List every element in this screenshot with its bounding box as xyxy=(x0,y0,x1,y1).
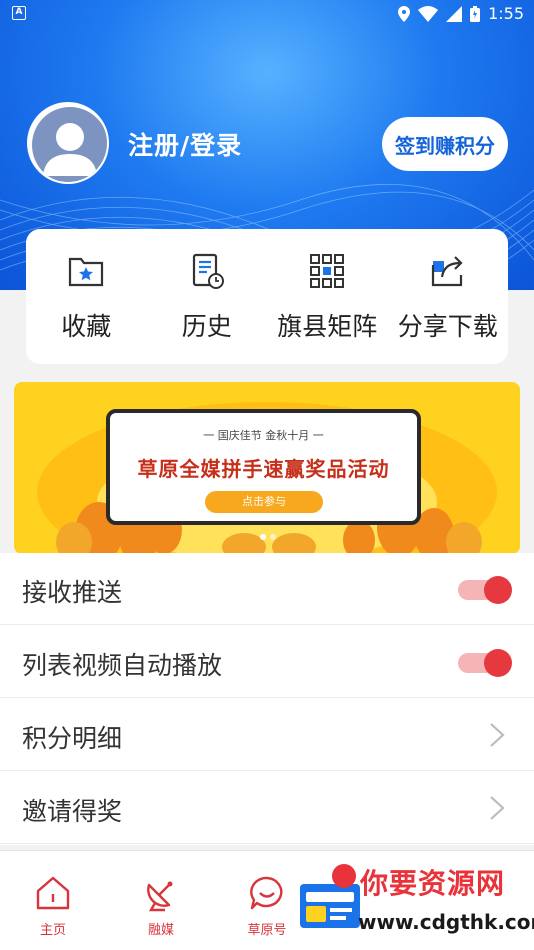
quick-item-favorites[interactable]: 收藏 xyxy=(26,229,147,364)
signal-icon xyxy=(446,5,463,22)
settings-label-autoplay: 列表视频自动播放 xyxy=(22,651,223,680)
site-watermark: 你要资源网 www.cdgthk.com xyxy=(296,858,534,950)
toggle-knob xyxy=(484,649,512,677)
nav-item-home[interactable]: 主页 xyxy=(13,873,93,938)
settings-row-points[interactable]: 积分明细 xyxy=(0,699,534,771)
settings-list: 接收推送 列表视频自动播放 积分明细 邀请得奖 xyxy=(0,553,534,845)
toggle-knob xyxy=(484,576,512,604)
login-register-link[interactable]: 注册/登录 xyxy=(128,126,242,162)
settings-row-autoplay[interactable]: 列表视频自动播放 xyxy=(0,626,534,698)
share-icon xyxy=(431,256,463,287)
wifi-icon xyxy=(418,5,439,22)
quick-item-county-matrix[interactable]: 旗县矩阵 xyxy=(267,229,388,364)
quick-actions-panel: 收藏 历史 旗县矩阵 分享下载 xyxy=(26,229,508,364)
quick-item-share[interactable]: 分享下载 xyxy=(388,229,509,364)
banner-subtitle: 一 国庆佳节 金秋十月 一 xyxy=(203,429,324,442)
grid-matrix-icon xyxy=(310,254,345,288)
quick-item-history[interactable]: 历史 xyxy=(147,229,268,364)
sign-in-points-button[interactable]: 签到赚积分 xyxy=(382,117,508,171)
notification-icon: A xyxy=(12,6,26,20)
avatar[interactable] xyxy=(27,102,109,184)
push-toggle[interactable] xyxy=(458,576,512,604)
autoplay-toggle[interactable] xyxy=(458,649,512,677)
location-icon xyxy=(398,5,411,22)
nav-label-media: 融媒 xyxy=(147,923,174,938)
watermark-url: www.cdgthk.com xyxy=(358,910,534,934)
quick-label-county-matrix: 旗县矩阵 xyxy=(277,312,378,341)
nav-label-grassland: 草原号 xyxy=(247,923,287,938)
nav-item-grassland[interactable]: 草原号 xyxy=(227,873,307,938)
battery-icon xyxy=(470,5,481,22)
home-icon xyxy=(36,876,70,910)
status-bar: A 1:55 xyxy=(0,0,534,28)
watermark-title: 你要资源网 xyxy=(360,867,506,900)
banner-title: 草原全媒拼手速赢奖品活动 xyxy=(137,457,390,481)
promo-banner[interactable]: 一 国庆佳节 金秋十月 一 草原全媒拼手速赢奖品活动 点击参与 xyxy=(14,382,520,554)
chevron-right-icon xyxy=(490,796,505,820)
favorites-folder-icon xyxy=(69,257,104,287)
settings-row-invite[interactable]: 邀请得奖 xyxy=(0,772,534,844)
banner-join-button[interactable]: 点击参与 xyxy=(205,491,323,513)
history-document-icon xyxy=(192,253,224,289)
quick-label-share: 分享下载 xyxy=(397,312,498,341)
settings-row-push[interactable]: 接收推送 xyxy=(0,553,534,625)
settings-label-invite: 邀请得奖 xyxy=(22,797,123,826)
satellite-dish-icon xyxy=(147,881,173,912)
watermark-logo xyxy=(300,864,360,928)
banner-board: 一 国庆佳节 金秋十月 一 草原全媒拼手速赢奖品活动 点击参与 xyxy=(106,409,421,525)
nav-label-home: 主页 xyxy=(39,923,66,938)
settings-label-points: 积分明细 xyxy=(22,724,123,753)
chevron-right-icon xyxy=(490,723,505,747)
nav-item-media[interactable]: 融媒 xyxy=(121,873,201,938)
status-time: 1:55 xyxy=(488,4,524,23)
quick-label-history: 历史 xyxy=(181,312,232,341)
settings-label-push: 接收推送 xyxy=(22,578,123,607)
quick-label-favorites: 收藏 xyxy=(61,312,112,341)
chat-bubble-icon xyxy=(250,876,283,910)
